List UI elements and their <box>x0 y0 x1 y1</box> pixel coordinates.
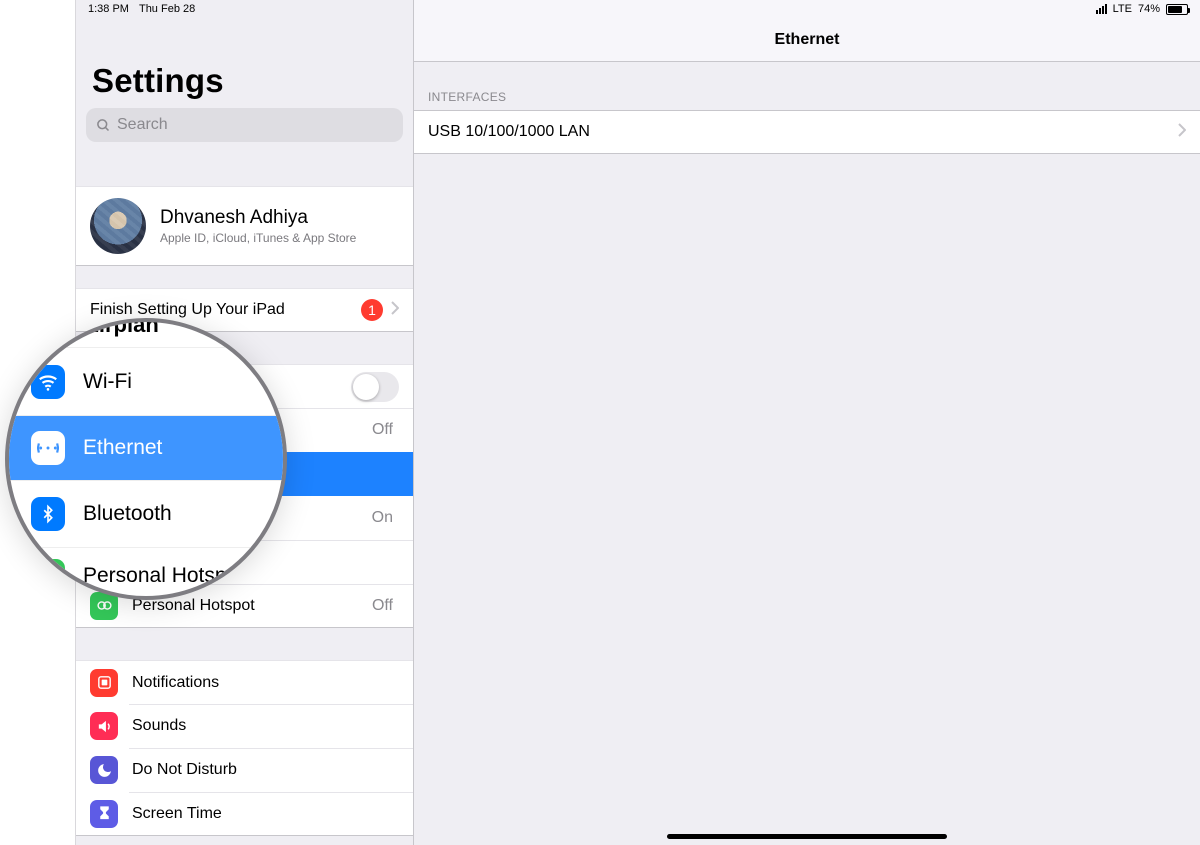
mag-bluetooth-row: Bluetooth <box>9 480 283 548</box>
finish-setup-label: Finish Setting Up Your iPad <box>90 301 361 319</box>
profile-name: Dhvanesh Adhiya <box>160 207 356 229</box>
page-title: Settings <box>76 25 413 108</box>
sidebar-item-screentime[interactable]: Screen Time <box>76 792 413 836</box>
airplane-toggle[interactable] <box>351 372 399 402</box>
search-placeholder: Search <box>117 116 168 134</box>
mag-airplane-row: Airplan <box>9 322 283 348</box>
sounds-icon <box>90 712 118 740</box>
battery-percent: 74% <box>1138 3 1160 15</box>
profile-row[interactable]: Dhvanesh Adhiya Apple ID, iCloud, iTunes… <box>76 186 413 266</box>
sidebar-item-notifications[interactable]: Notifications <box>76 660 413 704</box>
chevron-right-icon <box>1178 123 1186 142</box>
status-time: 1:38 PM <box>88 3 129 15</box>
signal-icon <box>1096 4 1107 14</box>
avatar <box>90 198 146 254</box>
wifi-status: Off <box>372 421 393 439</box>
sidebar-item-label: Screen Time <box>132 805 399 823</box>
ethernet-icon <box>31 431 65 465</box>
sidebar-item-dnd[interactable]: Do Not Disturb <box>76 748 413 792</box>
mag-ethernet-row: Ethernet <box>9 416 283 480</box>
finish-setup-badge: 1 <box>361 299 383 321</box>
interface-name: USB 10/100/1000 LAN <box>428 123 1178 141</box>
bluetooth-status: On <box>372 509 393 527</box>
hotspot-icon <box>31 559 65 593</box>
mag-wifi-row: Wi-Fi <box>9 348 283 416</box>
sidebar-item-label: Personal Hotspot <box>132 597 372 615</box>
status-date: Thu Feb 28 <box>139 3 195 15</box>
sidebar-item-sounds[interactable]: Sounds <box>76 704 413 748</box>
search-input[interactable]: Search <box>86 108 403 142</box>
interface-row[interactable]: USB 10/100/1000 LAN <box>414 110 1200 154</box>
section-header: INTERFACES <box>414 62 1200 110</box>
hotspot-status: Off <box>372 597 393 615</box>
home-indicator[interactable] <box>667 834 947 839</box>
profile-subtitle: Apple ID, iCloud, iTunes & App Store <box>160 231 356 245</box>
status-bar: 1:38 PM Thu Feb 28 LTE 74% <box>76 0 1200 20</box>
sidebar-item-label: Do Not Disturb <box>132 761 399 779</box>
dnd-icon <box>90 756 118 784</box>
battery-icon <box>1166 4 1188 15</box>
chevron-right-icon <box>391 301 399 320</box>
magnifier-overlay: Airplan Wi-Fi Ethernet Bluetooth Persona… <box>5 318 287 600</box>
sidebar-item-label: Sounds <box>132 717 399 735</box>
network-type: LTE <box>1113 3 1132 15</box>
notifications-icon <box>90 669 118 697</box>
wifi-icon <box>31 365 65 399</box>
detail-panel: Ethernet INTERFACES USB 10/100/1000 LAN <box>414 0 1200 845</box>
screentime-icon <box>90 800 118 828</box>
mag-hotspot-row: Personal Hotspot <box>9 548 283 600</box>
sidebar-item-label: Notifications <box>132 674 399 692</box>
search-icon <box>96 118 111 133</box>
bluetooth-icon <box>31 497 65 531</box>
airplane-icon <box>31 318 65 334</box>
